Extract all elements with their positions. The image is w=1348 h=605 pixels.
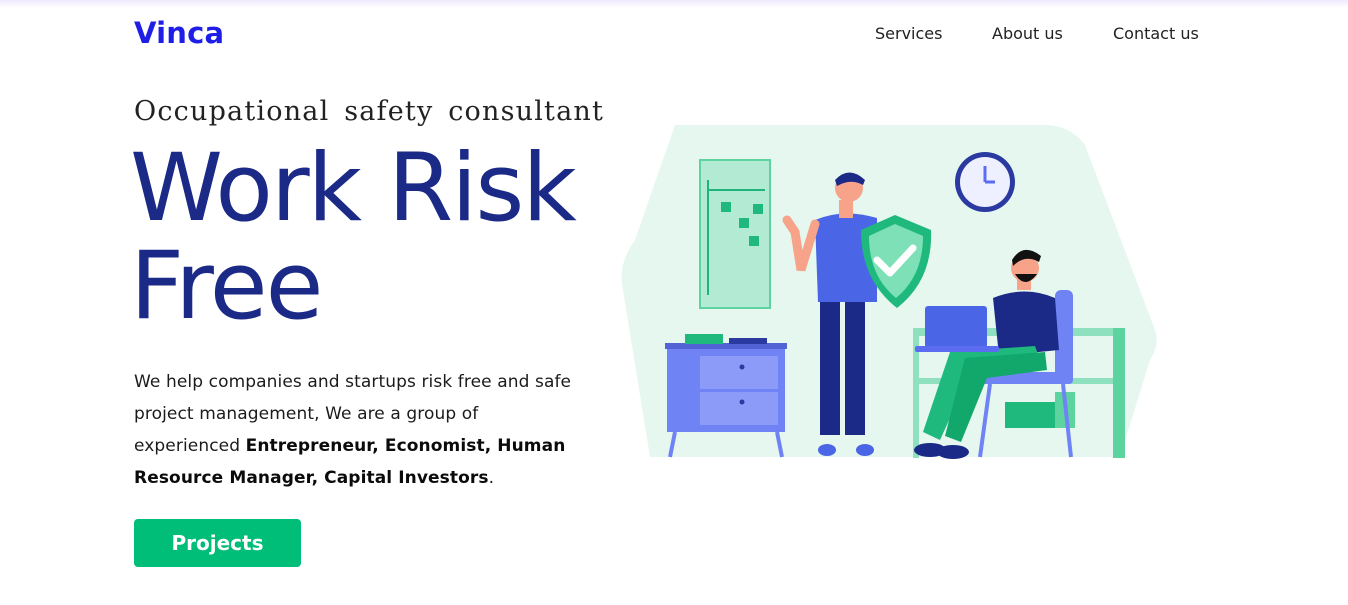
clock-icon (955, 152, 1015, 212)
nav-item-contact[interactable]: Contact us (1113, 24, 1199, 43)
top-shadow (0, 0, 1348, 8)
hero-title-line2: Free (130, 232, 323, 341)
hero-title-line1: Work Risk (130, 134, 577, 243)
hero-description: We help companies and startups risk free… (134, 366, 574, 494)
hero-title: Work Risk Free (130, 140, 577, 336)
hero-illustration (621, 125, 1157, 459)
projects-button[interactable]: Projects (134, 519, 301, 567)
main-nav: Services About us Contact us (0, 24, 1348, 48)
hero-eyebrow: Occupational safety consultant (134, 96, 605, 127)
laptop-icon (915, 306, 999, 352)
desc-text-2: . (488, 468, 495, 488)
nav-item-about[interactable]: About us (992, 24, 1063, 43)
nav-item-services[interactable]: Services (875, 24, 942, 43)
